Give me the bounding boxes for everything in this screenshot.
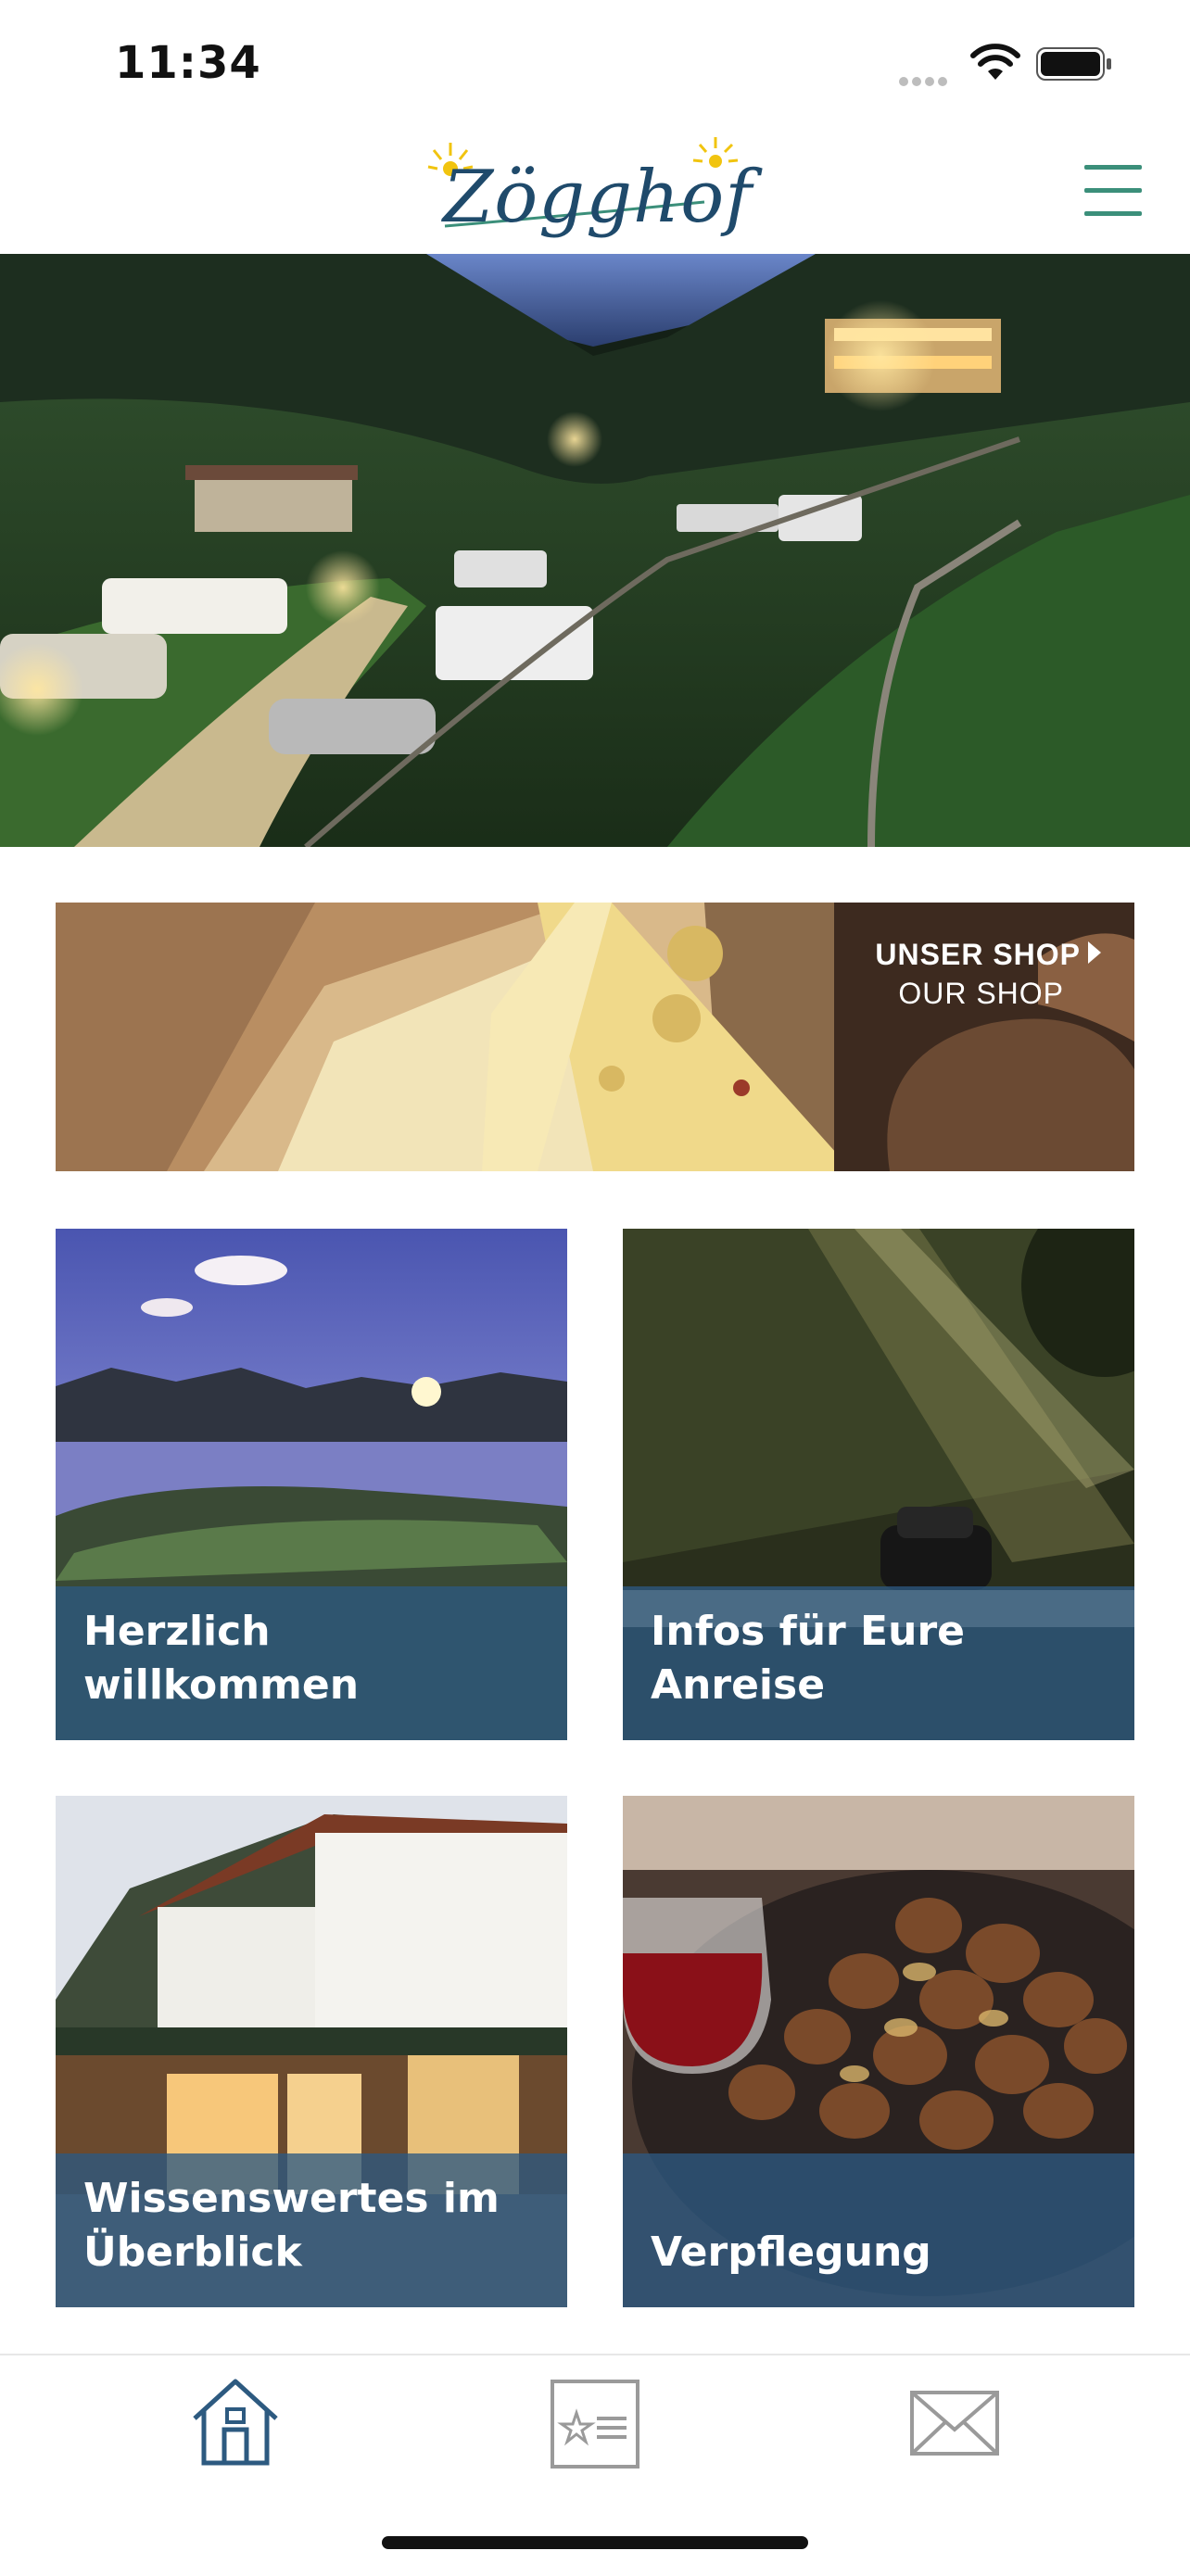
tile-label: Infos für Eure Anreise [651,1608,965,1709]
zogghof-logo[interactable]: Zögghof [426,137,760,248]
logo-text: Zögghof [443,156,753,239]
mail-icon[interactable] [908,2372,1001,2474]
home-indicator[interactable] [382,2536,808,2549]
status-bar: 11:34 [0,0,1190,130]
hero-image-campsite [0,254,1190,847]
tile-welcome[interactable]: Herzlich willkommen [56,1229,567,1740]
wifi-icon [970,44,1020,80]
tile-caption: Infos für Eure Anreise [623,1586,1134,1740]
tile-caption: Verpflegung [623,2153,1134,2307]
tile-catering[interactable]: Verpflegung [623,1796,1134,2307]
tile-overview[interactable]: Wissenswertes im Überblick [56,1796,567,2307]
cellular-signal-icon [899,72,956,86]
menu-button[interactable] [1084,165,1144,217]
chevron-right-icon [1088,941,1101,964]
battery-icon [1036,47,1111,81]
status-time: 11:34 [115,37,261,89]
shop-banner[interactable]: UNSER SHOP OUR SHOP [56,903,1134,1171]
news-card-icon[interactable] [549,2372,641,2474]
tile-arrival-info[interactable]: Infos für Eure Anreise [623,1229,1134,1740]
shop-title: UNSER SHOP [875,938,1081,971]
shop-subtitle: OUR SHOP [898,977,1064,1010]
tile-label: Verpflegung [651,2229,931,2276]
tile-caption: Herzlich willkommen [56,1586,567,1740]
tile-caption: Wissenswertes im Überblick [56,2153,567,2307]
home-icon[interactable] [189,2372,282,2474]
hamburger-icon [1084,165,1142,170]
tile-label: Wissenswertes im Überblick [83,2175,500,2276]
tile-label: Herzlich willkommen [83,1608,360,1709]
